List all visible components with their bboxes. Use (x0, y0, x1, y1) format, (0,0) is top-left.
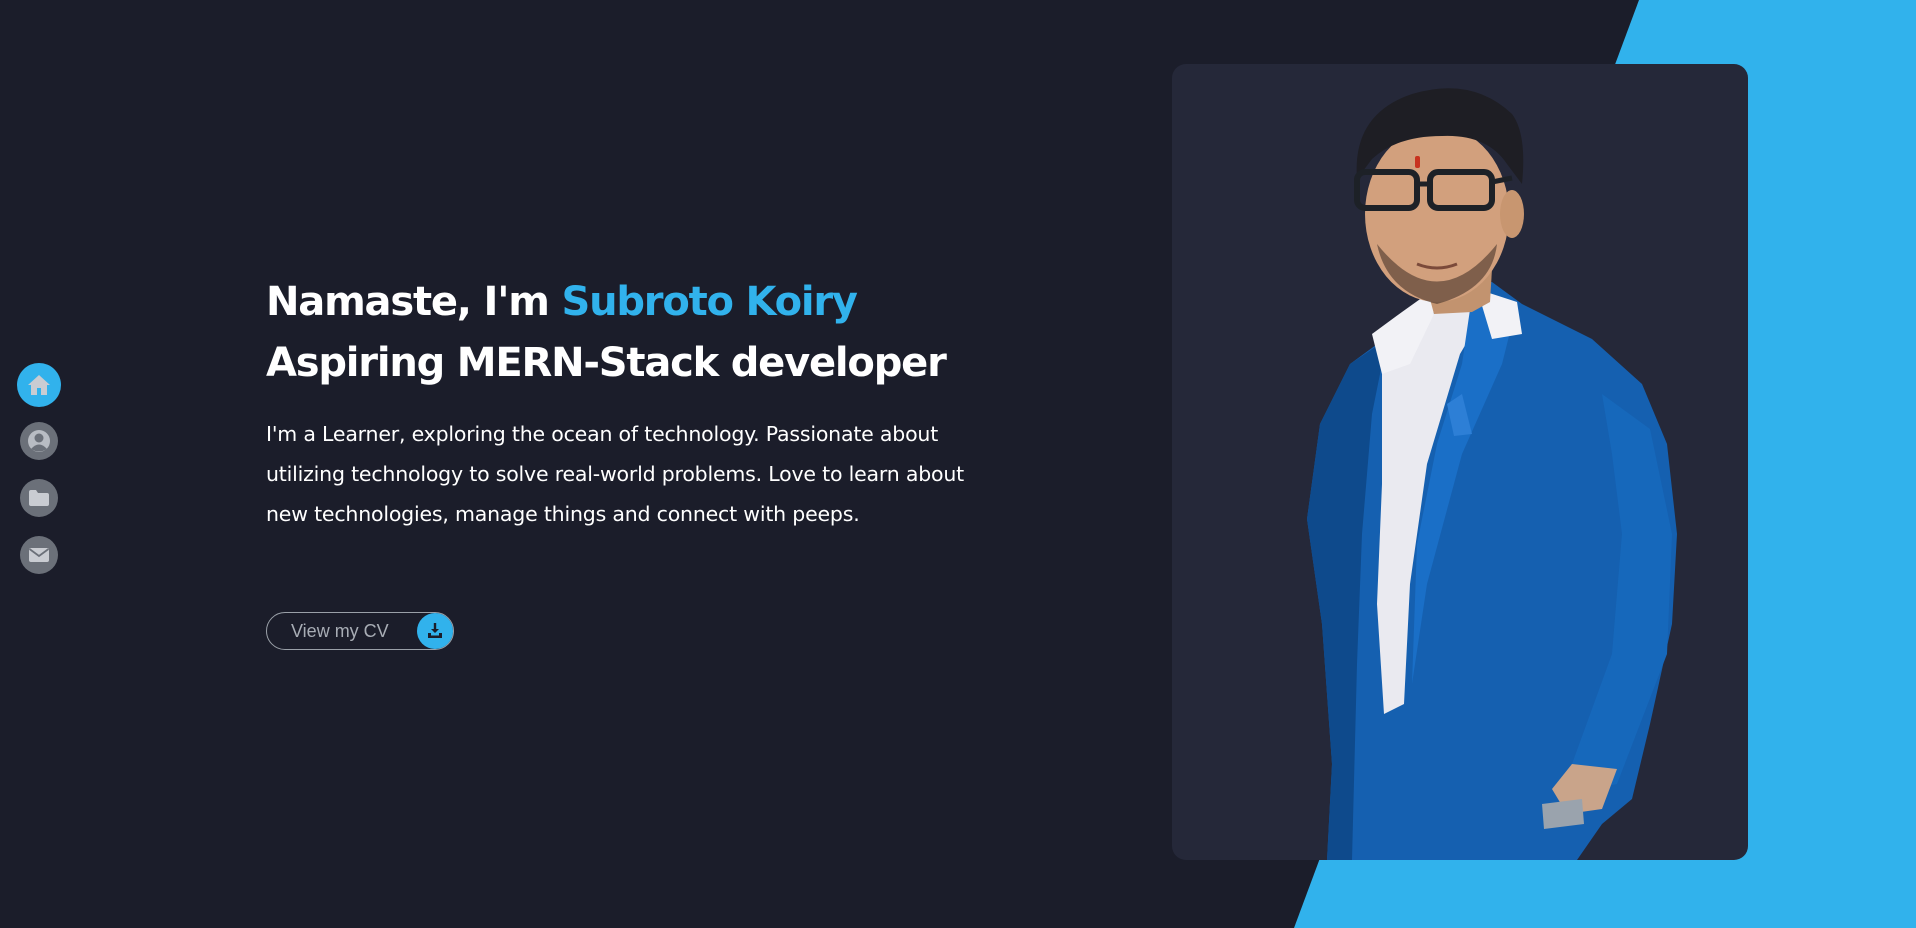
profile-photo-card (1172, 64, 1748, 860)
hero-role: Aspiring MERN-Stack developer (266, 340, 947, 386)
hero-headline: Namaste, I'm Subroto Koiry Aspiring MERN-… (266, 272, 986, 394)
nav-projects-button[interactable] (20, 479, 58, 517)
nav-contact-button[interactable] (20, 536, 58, 574)
hero-name: Subroto Koiry (561, 279, 858, 325)
home-icon (28, 375, 50, 395)
nav-about-button[interactable] (20, 422, 58, 460)
envelope-icon (28, 548, 50, 562)
hero-intro: I'm a Learner, exploring the ocean of te… (266, 422, 965, 526)
view-cv-label: View my CV (291, 620, 389, 641)
page: Namaste, I'm Subroto Koiry Aspiring MERN-… (0, 0, 1916, 928)
greeting-text: Namaste, I'm (266, 279, 562, 325)
hero-section: Namaste, I'm Subroto Koiry Aspiring MERN-… (266, 272, 986, 534)
download-icon (417, 613, 453, 649)
view-cv-button[interactable]: View my CV (266, 612, 454, 650)
side-nav (15, 363, 63, 593)
user-icon (28, 430, 50, 452)
nav-home-button[interactable] (17, 363, 61, 407)
folder-icon (29, 490, 49, 506)
profile-photo (1307, 88, 1677, 860)
